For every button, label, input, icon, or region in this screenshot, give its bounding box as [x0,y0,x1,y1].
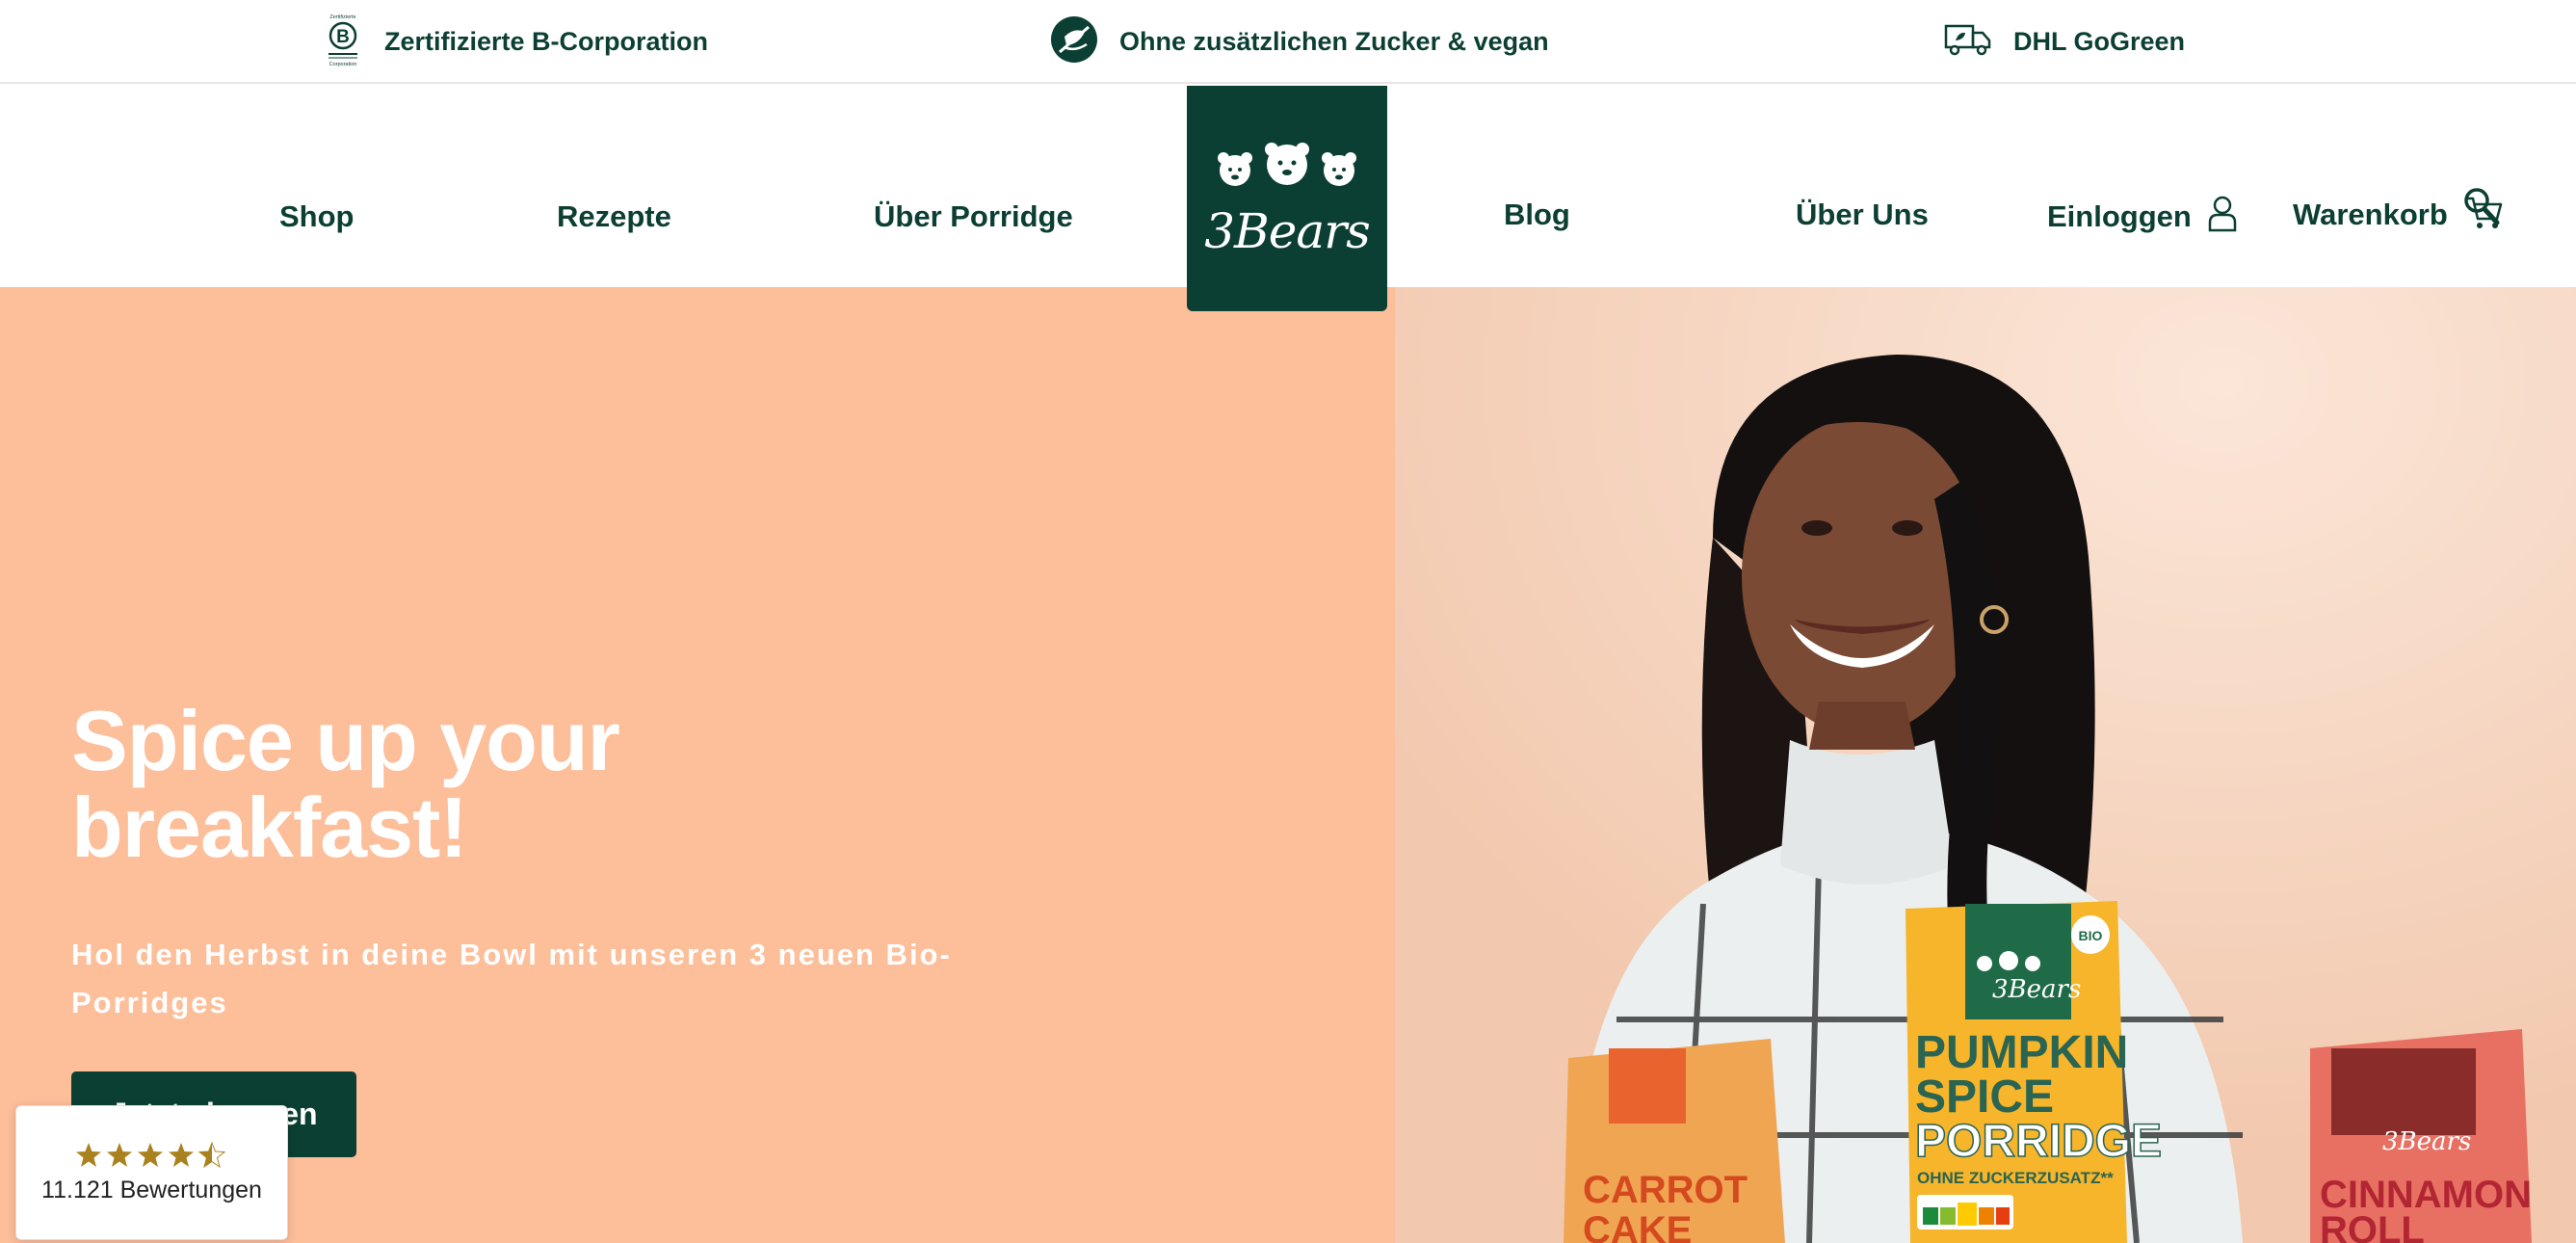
nav-shop[interactable]: Shop [279,199,355,234]
rating-count: 11.121 Bewertungen [41,1176,262,1203]
hero-title: Spice up your breakfast! [71,693,620,875]
no-sugar-vegan-icon [1050,15,1098,68]
svg-text:B: B [336,27,350,47]
pumpkin-brand: 3Bears [1992,975,2081,1004]
cinnamon-roll-brand: 3Bears [2382,1127,2471,1156]
pumpkin-line3: PORRIDGE [1915,1116,2162,1167]
search-icon [2462,188,2501,232]
carrot-cake-line1: CARROT [1583,1169,1748,1211]
delivery-truck-icon [1944,22,1992,62]
bio-seal-text: BIO [2079,928,2103,943]
usp-label-dhl: DHL GoGreen [2013,27,2186,56]
rating-widget[interactable]: 11.121 Bewertungen [15,1105,288,1240]
hero-photo: CARROT CAKE 3Bears CINNAMON ROLL BIO 3Be… [1395,287,2576,1243]
product-box-carrot-cake: CARROT CAKE [1564,1039,1785,1243]
usp-b-corporation: Zertifizierte B Corporation Zertifiziert… [323,0,708,84]
cinnamon-roll-line2: ROLL [2320,1209,2425,1243]
usp-label-vegan: Ohne zusätzlichen Zucker & vegan [1119,27,1549,56]
b-corp-icon: Zertifizierte B Corporation [323,12,363,72]
nav-rezepte[interactable]: Rezepte [557,199,671,234]
three-bears-icon [1210,139,1364,198]
usp-dhl-gogreen: DHL GoGreen [1944,0,2185,84]
nav-blog[interactable]: Blog [1504,198,1570,232]
usp-label-bcorp: Zertifizierte B-Corporation [384,27,709,56]
rating-stars [75,1142,229,1171]
svg-text:Zertifizierte: Zertifizierte [329,14,355,20]
cart-label: Warenkorb [2293,198,2448,231]
nav-ueber-uns[interactable]: Über Uns [1796,198,1929,232]
nav-ueber-porridge[interactable]: Über Porridge [874,199,1073,234]
hero-photo-illustration: CARROT CAKE 3Bears CINNAMON ROLL BIO 3Be… [1395,287,2576,1243]
usp-no-sugar-vegan: Ohne zusätzlichen Zucker & vegan [1050,0,1549,84]
carrot-cake-line2: CAKE [1583,1209,1692,1243]
product-box-cinnamon-roll: 3Bears CINNAMON ROLL [2310,1029,2532,1243]
star-icons [75,1142,224,1167]
svg-text:Corporation: Corporation [329,62,357,67]
brand-logo[interactable]: 3Bears [1187,86,1387,311]
login-label: Einloggen [2047,199,2192,233]
user-icon [2207,196,2238,240]
nav-login[interactable]: Einloggen [2047,196,2238,240]
pumpkin-claim: OHNE ZUCKERZUSATZ** [1917,1169,2114,1187]
logo-wordmark: 3Bears [1204,202,1371,259]
hero-subtitle: Hol den Herbst in deine Bowl mit unseren… [71,938,952,1019]
search-button[interactable] [2462,186,2501,228]
usp-bar: Zertifizierte B Corporation Zertifiziert… [0,0,2576,84]
